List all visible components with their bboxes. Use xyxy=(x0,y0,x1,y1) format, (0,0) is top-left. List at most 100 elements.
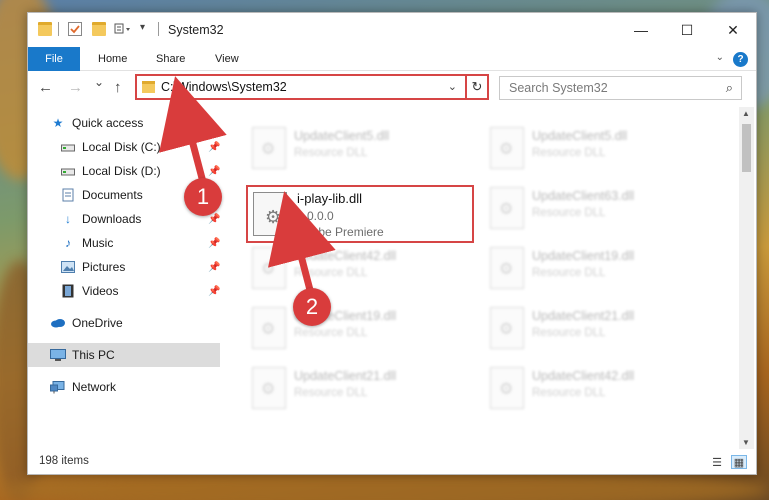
dll-file-icon xyxy=(490,247,524,289)
chevron-down-icon[interactable]: ⌄ xyxy=(716,52,724,63)
documents-icon xyxy=(60,188,76,202)
file-name: UpdateClient5.dll xyxy=(532,129,628,143)
sidebar-item-label: This PC xyxy=(72,348,115,362)
pin-icon[interactable]: 📌 xyxy=(208,142,220,153)
maximize-button[interactable]: ☐ xyxy=(664,13,710,47)
customize-toolbar-icon[interactable] xyxy=(114,22,132,36)
file-name: UpdateClient42.dll xyxy=(294,249,397,263)
pin-icon[interactable]: 📌 xyxy=(208,214,220,225)
file-list: UpdateClient5.dll Resource DLL UpdateCli… xyxy=(221,107,741,449)
dll-file-icon xyxy=(490,187,524,229)
sidebar-item-onedrive[interactable]: OneDrive xyxy=(28,311,220,335)
dll-file-icon xyxy=(252,247,286,289)
up-button[interactable]: ↑ xyxy=(114,79,122,96)
network-icon xyxy=(50,380,66,394)
file-type: Resource DLL xyxy=(532,387,606,399)
sidebar-item-label: Network xyxy=(72,380,117,394)
refresh-button[interactable]: ↻ xyxy=(465,74,489,100)
list-item[interactable]: UpdateClient63.dll Resource DLL xyxy=(484,181,714,233)
close-button[interactable]: ✕ xyxy=(710,13,756,47)
folder-icon xyxy=(142,81,155,93)
minimize-button[interactable]: — xyxy=(618,13,664,47)
details-view-icon[interactable]: ☰ xyxy=(709,455,725,469)
forward-button[interactable]: → xyxy=(68,79,83,96)
dll-file-icon xyxy=(252,307,286,349)
new-folder-icon[interactable] xyxy=(92,22,106,36)
file-name: UpdateClient19.dll xyxy=(532,249,635,263)
list-item[interactable]: UpdateClient19.dll Resource DLL xyxy=(484,241,714,293)
list-item[interactable]: UpdateClient5.dll Resource DLL xyxy=(484,121,714,173)
tab-home[interactable]: Home xyxy=(98,47,127,71)
dll-file-icon xyxy=(490,367,524,409)
back-button[interactable]: ← xyxy=(38,79,53,96)
pin-icon[interactable]: 📌 xyxy=(208,166,220,177)
large-icons-view-icon[interactable]: ▦ xyxy=(731,455,747,469)
address-dropdown-button[interactable]: ⌄ xyxy=(448,80,457,93)
list-item[interactable]: UpdateClient42.dll Resource DLL xyxy=(484,361,714,413)
divider xyxy=(58,22,59,36)
properties-icon[interactable] xyxy=(68,22,82,36)
file-name: UpdateClient21.dll xyxy=(532,309,635,323)
scrollbar-thumb[interactable] xyxy=(742,124,751,172)
sidebar-item-label: Local Disk (C:) xyxy=(82,140,161,154)
sidebar-item-local-disk-c[interactable]: Local Disk (C:) 📌 xyxy=(28,135,220,159)
dll-file-icon xyxy=(252,367,286,409)
file-explorer-window: ▾ System32 — ☐ ✕ File Home Share View ⌄ … xyxy=(27,12,757,475)
file-type: Resource DLL xyxy=(294,387,368,399)
target-dll-file[interactable]: ⚙ i-play-lib.dll 6.0.0.0 Adobe Premiere xyxy=(246,185,474,243)
scroll-down-icon[interactable]: ▼ xyxy=(742,438,750,447)
file-type: Resource DLL xyxy=(532,207,606,219)
sidebar-item-label: Downloads xyxy=(82,212,142,226)
gear-icon: ⚙ xyxy=(265,207,282,227)
scroll-up-icon[interactable]: ▲ xyxy=(742,109,750,118)
file-type: Resource DLL xyxy=(532,327,606,339)
sidebar-item-local-disk-d[interactable]: Local Disk (D:) 📌 xyxy=(28,159,220,183)
downloads-icon: ↓ xyxy=(65,212,71,226)
tab-view[interactable]: View xyxy=(215,47,239,71)
dll-file-icon: ⚙ xyxy=(253,192,287,236)
file-type: Resource DLL xyxy=(294,267,368,279)
divider xyxy=(158,22,159,36)
sidebar-item-videos[interactable]: Videos 📌 xyxy=(28,279,220,303)
list-item[interactable]: UpdateClient42.dll Resource DLL xyxy=(246,241,476,293)
dll-file-icon xyxy=(490,127,524,169)
sidebar-item-this-pc[interactable]: This PC xyxy=(28,343,220,367)
pin-icon[interactable]: 📌 xyxy=(208,262,220,273)
list-item[interactable]: UpdateClient19.dll Resource DLL xyxy=(246,301,476,353)
search-icon[interactable]: ⌕ xyxy=(726,80,733,96)
address-bar[interactable]: C:\Windows\System32 ⌄ xyxy=(135,74,489,100)
sidebar-item-network[interactable]: Network xyxy=(28,375,220,399)
list-item[interactable]: UpdateClient21.dll Resource DLL xyxy=(246,361,476,413)
search-input[interactable]: Search System32 ⌕ xyxy=(499,76,742,100)
sidebar-item-label: Local Disk (D:) xyxy=(82,164,161,178)
callout-badge-1: 1 xyxy=(184,178,222,216)
callout-badge-2: 2 xyxy=(293,288,331,326)
file-type: Resource DLL xyxy=(532,267,606,279)
window-title: System32 xyxy=(168,23,224,37)
dll-file-icon xyxy=(252,127,286,169)
file-type: Resource DLL xyxy=(294,327,368,339)
pin-icon[interactable]: 📌 xyxy=(208,286,220,297)
list-item[interactable]: UpdateClient5.dll Resource DLL xyxy=(246,121,476,173)
sidebar-item-pictures[interactable]: Pictures 📌 xyxy=(28,255,220,279)
sidebar-item-label: Documents xyxy=(82,188,143,202)
sidebar-item-music[interactable]: ♪ Music 📌 xyxy=(28,231,220,255)
folder-icon xyxy=(38,22,52,36)
sidebar-item-label: Videos xyxy=(82,284,119,298)
vertical-scrollbar[interactable]: ▲ ▼ xyxy=(739,107,754,449)
tab-file[interactable]: File xyxy=(28,47,80,71)
pin-icon[interactable]: 📌 xyxy=(208,238,220,249)
recent-locations-button[interactable]: ⌄ xyxy=(94,75,104,89)
sidebar-item-quick-access[interactable]: ★ Quick access xyxy=(28,111,220,135)
tab-share[interactable]: Share xyxy=(156,47,185,71)
navigation-bar: ← → ⌄ ↑ C:\Windows\System32 ⌄ ↻ Search S… xyxy=(28,71,756,105)
file-name: UpdateClient63.dll xyxy=(532,189,635,203)
chevron-down-icon[interactable]: ▾ xyxy=(140,22,154,36)
drive-icon xyxy=(60,140,76,154)
help-button[interactable]: ? xyxy=(733,52,748,67)
file-type: Resource DLL xyxy=(294,147,368,159)
item-count: 198 items xyxy=(39,455,89,467)
videos-icon xyxy=(60,284,76,298)
list-item[interactable]: UpdateClient21.dll Resource DLL xyxy=(484,301,714,353)
address-path[interactable]: C:\Windows\System32 xyxy=(161,80,287,94)
